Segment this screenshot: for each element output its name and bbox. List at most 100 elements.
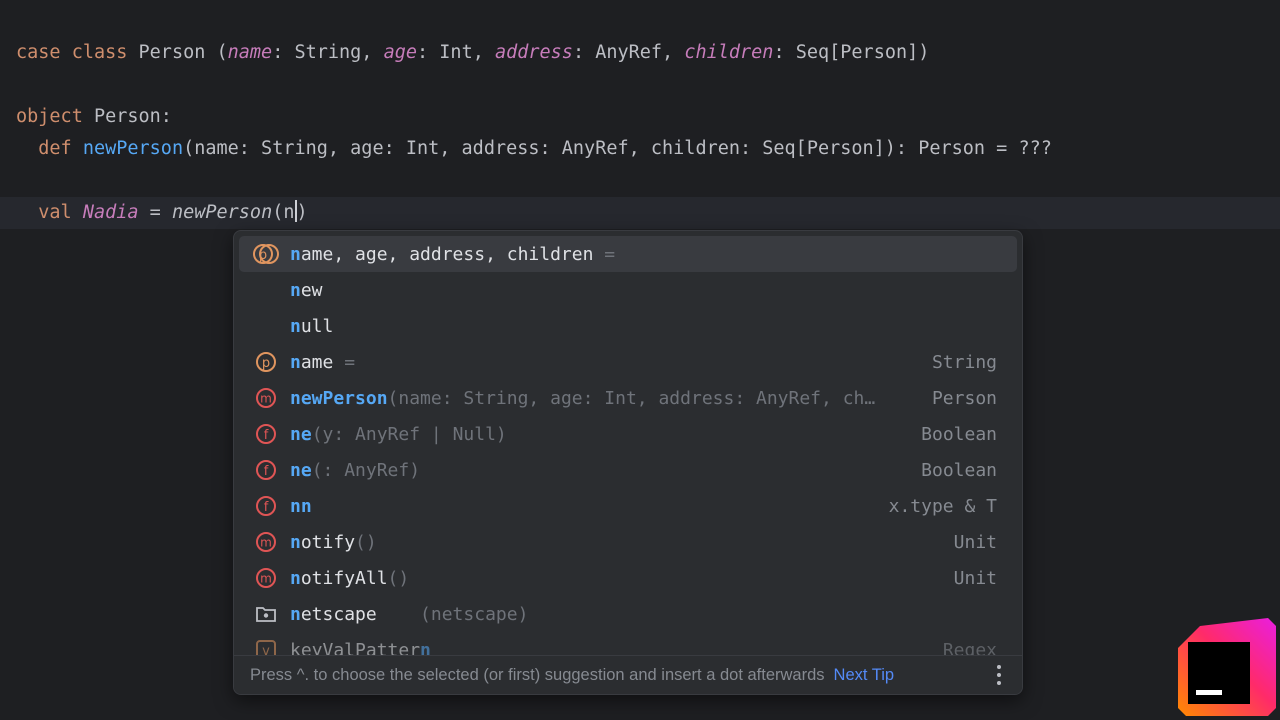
completion-item-label: name, age, address, children (290, 244, 593, 265)
completion-item[interactable]: f nn x.type & T (239, 488, 1017, 524)
match-highlight: ne (290, 459, 312, 481)
match-highlight: newPerson (290, 387, 388, 409)
completion-item-type: x.type & T (888, 495, 997, 517)
match-highlight: n (290, 531, 301, 553)
label-rest: etscape (300, 603, 377, 625)
package-icon (251, 599, 281, 629)
keyword-icon (251, 275, 281, 305)
completion-item-label: null (290, 316, 333, 337)
completion-item[interactable]: netscape (netscape) (239, 596, 1017, 632)
param-address: address (494, 42, 573, 63)
label-rest: otifyAll (300, 567, 388, 589)
completion-item-signature: (: AnyRef) (311, 459, 421, 481)
completion-item[interactable]: new (239, 272, 1017, 308)
code-text: (name: String, age: Int, address: AnyRef… (183, 138, 1052, 159)
completion-hint: Press ^. to choose the selected (or firs… (250, 666, 825, 684)
more-options-icon[interactable] (996, 665, 1002, 685)
svg-text:m: m (260, 536, 272, 550)
completion-item-signature: () (387, 567, 410, 589)
parameters-icon: p (251, 239, 281, 269)
completion-item-signature: (y: AnyRef | Null) (311, 423, 507, 445)
svg-text:f: f (264, 428, 269, 443)
completion-item-type: Boolean (921, 459, 997, 481)
completion-item[interactable]: m notify() Unit (239, 524, 1017, 560)
param-name: name (227, 42, 273, 63)
svg-text:m: m (260, 572, 272, 586)
function-call: newPerson (171, 202, 273, 223)
code-line-2[interactable]: object Person: (16, 101, 172, 133)
keyword: def (38, 138, 72, 159)
function-icon: f (251, 491, 281, 521)
function-icon: f (251, 455, 281, 485)
match-highlight: n (290, 243, 301, 265)
code-text: : String, (272, 42, 384, 63)
label-rest: ame, age, address, children (300, 243, 594, 265)
next-tip-link[interactable]: Next Tip (834, 666, 895, 685)
completion-item[interactable]: null (239, 308, 1017, 344)
svg-text:p: p (262, 356, 270, 371)
completion-item-signature: n (420, 639, 431, 656)
completion-item[interactable]: m newPerson (name: String, age: Int, addre… (239, 380, 1017, 416)
completion-item-signature: () (355, 531, 377, 553)
completion-item-label: notify (290, 532, 355, 553)
param-age: age (383, 42, 418, 63)
code-line-1[interactable]: case class Person (name: String, age: In… (16, 37, 929, 69)
code-text: : Seq[Person]) (773, 42, 930, 63)
code-text: = (138, 202, 172, 223)
keyword-icon (251, 311, 281, 341)
svg-text:v: v (262, 644, 270, 655)
completion-item-label: newPerson (290, 388, 388, 409)
keyword: case class (16, 42, 128, 63)
code-text: : AnyRef, (572, 42, 685, 63)
completion-item-type: String (931, 351, 997, 373)
completion-item-type: Boolean (921, 423, 997, 445)
completion-item-label: new (290, 280, 323, 301)
code-text: (n (272, 202, 295, 223)
match-highlight: ne (290, 423, 312, 445)
completion-item-signature: (name: String, age: Int, address: AnyRef… (387, 387, 876, 409)
method-icon: m (251, 527, 281, 557)
completion-item-signature: (netscape) (376, 603, 529, 625)
svg-text:f: f (264, 500, 269, 515)
completion-item-label: ne (290, 460, 312, 481)
label-rest: ull (300, 315, 334, 337)
svg-text:f: f (264, 464, 269, 479)
label-rest: ame (300, 351, 334, 373)
function-icon: f (251, 419, 281, 449)
code-text: : Int, (417, 42, 495, 63)
code-line-3[interactable]: def newPerson(name: String, age: Int, ad… (16, 133, 1052, 165)
svg-text:m: m (260, 392, 272, 406)
completion-item-type: Regex (942, 639, 997, 656)
completion-list[interactable]: p name, age, address, children = new null p n… (234, 231, 1022, 655)
completion-item[interactable]: m notifyAll() Unit (239, 560, 1017, 596)
match-highlight: nn (290, 495, 312, 517)
match-highlight: n (290, 603, 301, 625)
completion-item-type: Unit (953, 567, 997, 589)
completion-item[interactable]: p name = String (239, 344, 1017, 380)
completion-item[interactable]: v keyValPatter n Regex (239, 632, 1017, 655)
completion-item[interactable]: f ne (y: AnyRef | Null) Boolean (239, 416, 1017, 452)
code-text: Person: (82, 106, 172, 127)
completion-footer: Press ^. to choose the selected (or firs… (234, 655, 1022, 694)
completion-item-signature: = (333, 351, 356, 373)
parameter-icon: p (251, 347, 281, 377)
completion-item-type: Person (931, 387, 997, 409)
completion-item[interactable]: p name, age, address, children = (239, 236, 1017, 272)
completion-item-label: name (290, 352, 333, 373)
jetbrains-logo (1178, 618, 1276, 716)
label-rest: otify (300, 531, 356, 553)
code-text: ) (296, 202, 308, 223)
completion-item-type: Unit (953, 531, 997, 553)
completion-item[interactable]: f ne (: AnyRef) Boolean (239, 452, 1017, 488)
completion-popup: p name, age, address, children = new null p n… (233, 230, 1023, 695)
keyword: val (38, 202, 72, 223)
code-line-4[interactable]: val Nadia = newPerson(n) (16, 197, 308, 229)
label-rest: keyValPatter (290, 639, 421, 656)
completion-item-signature: = (593, 243, 616, 265)
svg-text:p: p (259, 248, 267, 263)
completion-item-label: nn (290, 496, 312, 517)
completion-item-label: notifyAll (290, 568, 388, 589)
function-name: newPerson (82, 138, 184, 159)
variable-name: Nadia (82, 202, 139, 223)
match-highlight: n (290, 279, 301, 301)
